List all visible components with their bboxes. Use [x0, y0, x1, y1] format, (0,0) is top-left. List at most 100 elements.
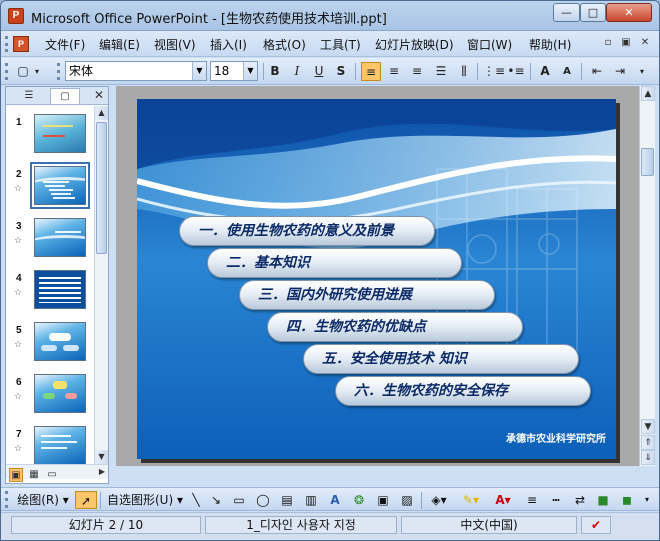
slide-thumbnail[interactable]: 4 ☆ — [6, 270, 94, 322]
shadow-style-icon[interactable]: ■ — [593, 491, 613, 509]
bullets-icon[interactable]: •≡ — [506, 62, 526, 81]
separator — [421, 492, 422, 509]
agenda-item-4[interactable]: 四．生物农药的优缺点 — [267, 312, 523, 342]
new-slide-icon[interactable]: ▢ — [13, 62, 33, 81]
rectangle-tool-icon[interactable]: ▭ — [229, 491, 249, 509]
toolbar-options-icon[interactable]: ▾ — [641, 491, 653, 509]
agenda-item-3[interactable]: 三．国内外研究使用进展 — [239, 280, 495, 310]
menu-insert[interactable]: 插入(I) — [210, 36, 247, 53]
grow-font-button[interactable]: A — [535, 62, 555, 81]
3d-style-icon[interactable]: ◼ — [617, 491, 637, 509]
agenda-item-1[interactable]: 一．使用生物农药的意义及前景 — [179, 216, 435, 246]
toolbar-grip[interactable] — [5, 491, 8, 508]
outline-icon[interactable]: ☰ — [14, 88, 44, 104]
diagram-icon[interactable]: ❂ — [349, 491, 369, 509]
align-right-icon[interactable]: ≡ — [407, 62, 427, 81]
shrink-font-button[interactable]: A — [557, 62, 577, 81]
distribute-icon[interactable]: ☰ — [431, 62, 451, 81]
scroll-down-icon[interactable]: ▼ — [95, 450, 108, 464]
scroll-up-icon[interactable]: ▲ — [95, 106, 108, 120]
agenda-item-5[interactable]: 五．安全使用技术 知识 — [303, 344, 579, 374]
doc-restore-icon[interactable]: ▣ — [618, 34, 634, 52]
menu-file[interactable]: 文件(F) — [45, 36, 85, 53]
toolbar-grip[interactable] — [57, 63, 60, 80]
menu-slideshow[interactable]: 幻灯片放映(D) — [375, 36, 454, 53]
scroll-thumb[interactable] — [641, 148, 654, 176]
slide-thumbnail[interactable]: 5 ☆ — [6, 322, 94, 374]
increase-indent-icon[interactable]: ⇥ — [610, 62, 630, 81]
vertical-textbox-icon[interactable]: ▥ — [301, 491, 321, 509]
line-tool-icon[interactable]: ╲ — [187, 491, 205, 509]
font-color-icon[interactable]: A▾ — [489, 491, 517, 509]
line-style-icon[interactable]: ≡ — [522, 491, 542, 509]
close-icon[interactable]: ✕ — [94, 88, 104, 102]
font-name-select[interactable]: 宋体 ▼ — [65, 61, 207, 81]
next-slide-icon[interactable]: ⇓ — [641, 450, 655, 465]
toolbar-grip[interactable] — [5, 36, 8, 52]
slide-number: 4 — [16, 273, 22, 284]
align-left-icon[interactable]: ≡ — [361, 62, 381, 81]
slide-thumbnail[interactable]: 1 — [6, 114, 94, 166]
scroll-up-icon[interactable]: ▲ — [641, 86, 655, 101]
font-size-select[interactable]: 18 ▼ — [210, 61, 258, 81]
arrow-tool-icon[interactable]: ↘ — [207, 491, 225, 509]
slide-sorter-icon[interactable]: ▦ — [27, 468, 41, 482]
menu-window[interactable]: 窗口(W) — [467, 36, 512, 53]
close-button[interactable]: ✕ — [606, 3, 652, 22]
menu-format[interactable]: 格式(O) — [263, 36, 306, 53]
slides-icon[interactable]: ▢ — [50, 88, 80, 104]
scroll-down-icon[interactable]: ▼ — [641, 419, 655, 434]
arrow-style-icon[interactable]: ⇄ — [570, 491, 590, 509]
oval-tool-icon[interactable]: ◯ — [253, 491, 273, 509]
slideshow-view-icon[interactable]: ▭ — [45, 468, 59, 482]
toolbar-options-icon[interactable]: ▾ — [635, 62, 649, 81]
pane-scrollbar[interactable]: ▲ ▼ — [94, 106, 108, 464]
autoshapes-button[interactable]: 自选图形(U) ▾ — [105, 491, 185, 509]
slide-thumbnail[interactable]: 3 ☆ — [6, 218, 94, 270]
numbering-icon[interactable]: ⋮≡ — [483, 62, 505, 81]
vertical-text-icon[interactable]: ⫼ — [454, 62, 474, 81]
italic-button[interactable]: I — [287, 62, 307, 81]
align-center-icon[interactable]: ≡ — [384, 62, 404, 81]
spelling-check-icon[interactable]: ✔ — [581, 516, 611, 534]
animation-star-icon: ☆ — [14, 444, 23, 454]
previous-slide-icon[interactable]: ⇑ — [641, 435, 655, 450]
agenda-item-6[interactable]: 六．生物农药的安全保存 — [335, 376, 591, 406]
slide-preview — [34, 426, 86, 464]
shadow-button[interactable]: S — [331, 62, 351, 81]
line-color-icon[interactable]: ✎▾ — [457, 491, 485, 509]
fill-color-icon[interactable]: ◈▾ — [425, 491, 453, 509]
dash-style-icon[interactable]: ┅ — [546, 491, 566, 509]
clipart-icon[interactable]: ▣ — [373, 491, 393, 509]
wordart-icon[interactable]: A — [325, 491, 345, 509]
maximize-button[interactable]: □ — [580, 3, 606, 22]
picture-icon[interactable]: ▨ — [397, 491, 417, 509]
toolbar-grip[interactable] — [5, 63, 8, 80]
slide-thumbnail[interactable]: 6 ☆ — [6, 374, 94, 426]
chevron-down-icon[interactable]: ▼ — [192, 62, 206, 80]
menu-help[interactable]: 帮助(H) — [529, 36, 571, 53]
doc-close-icon[interactable]: ✕ — [637, 34, 653, 52]
menu-edit[interactable]: 编辑(E) — [99, 36, 140, 53]
slide-thumbnail[interactable]: 7 ☆ — [6, 426, 94, 464]
menu-tools[interactable]: 工具(T) — [320, 36, 361, 53]
document-icon[interactable]: P — [13, 36, 29, 52]
scroll-thumb[interactable] — [96, 122, 107, 254]
doc-minimize-icon[interactable]: ▫ — [600, 34, 616, 52]
minimize-button[interactable]: — — [553, 3, 580, 22]
slide-thumbnail-selected[interactable]: 2 ☆ — [6, 162, 94, 218]
powerpoint-icon[interactable]: P — [8, 8, 24, 24]
normal-view-icon[interactable]: ▣ — [9, 468, 23, 482]
menu-view[interactable]: 视图(V) — [154, 36, 196, 53]
draw-menu-button[interactable]: 绘图(R) ▾ — [13, 491, 73, 509]
toolbar-options-icon[interactable]: ▾ — [31, 62, 43, 81]
decrease-indent-icon[interactable]: ⇤ — [587, 62, 607, 81]
chevron-down-icon[interactable]: ▼ — [243, 62, 257, 80]
current-slide[interactable]: 一．使用生物农药的意义及前景 二．基本知识 三．国内外研究使用进展 四．生物农药… — [137, 99, 616, 459]
select-objects-icon[interactable]: ➚ — [75, 491, 97, 509]
textbox-tool-icon[interactable]: ▤ — [277, 491, 297, 509]
editor-scrollbar[interactable]: ▲ ▼ ⇑ ⇓ — [639, 86, 655, 466]
bold-button[interactable]: B — [265, 62, 285, 81]
underline-button[interactable]: U — [309, 62, 329, 81]
agenda-item-2[interactable]: 二．基本知识 — [207, 248, 462, 278]
